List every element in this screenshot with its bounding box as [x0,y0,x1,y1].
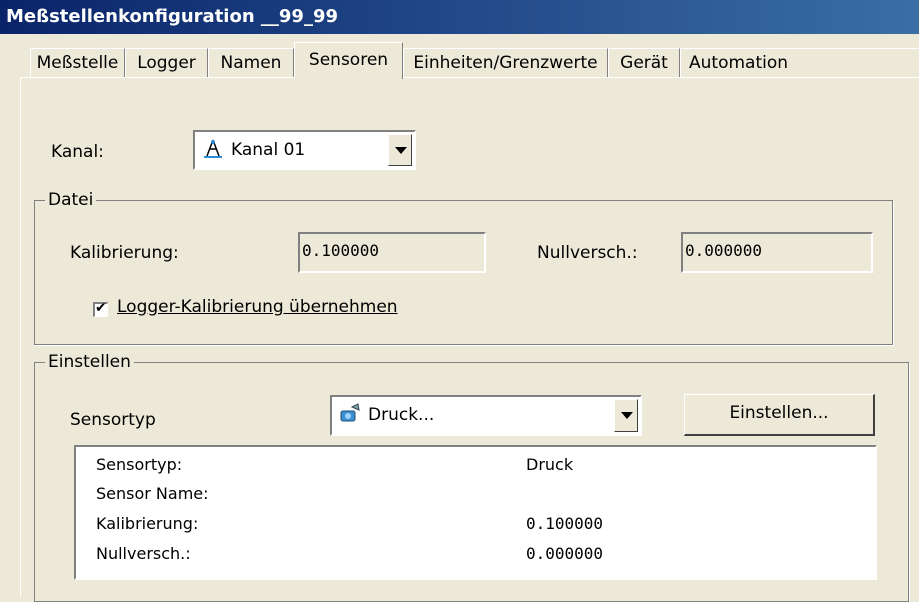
tab-logger[interactable]: Logger [125,48,208,77]
list-item: Kalibrierung: 0.100000 [96,509,875,539]
logger-kalibrierung-checkbox[interactable] [93,299,108,317]
pressure-sensor-icon [340,403,360,422]
list-item: Nullversch.: 0.000000 [96,539,875,569]
probe-icon [204,139,222,158]
chevron-down-icon[interactable] [388,134,412,166]
datei-kalibrierung-field[interactable]: 0.100000 [298,232,486,273]
detail-key: Sensortyp: [96,455,183,474]
datei-kalibrierung-label: Kalibrierung: [70,243,179,263]
detail-key: Sensor Name: [96,484,209,503]
tab-sensoren[interactable]: Sensoren [294,42,403,79]
tab-geraet[interactable]: Gerät [608,48,680,77]
detail-key: Kalibrierung: [96,514,199,533]
tab-label: Meßstelle [36,53,119,73]
kanal-value: Kanal 01 [231,140,306,160]
sensortyp-select[interactable]: Druck... [330,395,642,436]
tab-einheiten-grenzwerte[interactable]: Einheiten/Grenzwerte [403,48,608,77]
sensortyp-value: Druck... [368,405,435,425]
einstellen-button[interactable]: Einstellen... [684,394,875,436]
chevron-down-icon[interactable] [614,399,638,432]
kanal-label: Kanal: [51,142,104,162]
detail-key: Nullversch.: [96,544,191,563]
tab-label: Automation [689,53,789,73]
tab-automation[interactable]: Automation [680,48,919,77]
tab-label: Einheiten/Grenzwerte [413,53,598,73]
detail-value: 0.000000 [526,544,604,563]
sensortyp-label: Sensortyp [70,410,156,430]
sensor-details-list: Sensortyp: Druck Sensor Name: Kalibrieru… [74,445,877,580]
sensoren-panel: Kanal: Kanal 01 Datei Kalibrierung: 0.10… [20,77,919,602]
tab-label: Logger [137,53,196,73]
list-item: Sensortyp: Druck [96,450,875,480]
detail-value: Druck [526,455,574,474]
einstellen-legend: Einstellen [45,352,134,372]
tab-messstelle[interactable]: Meßstelle [30,48,125,77]
tab-label: Gerät [620,53,668,73]
list-item: Sensor Name: [96,479,875,509]
datei-nullversch-field[interactable]: 0.000000 [681,232,873,273]
kanal-select[interactable]: Kanal 01 [193,130,416,170]
tab-bar: Meßstelle Logger Namen Sensoren Einheite… [0,34,919,79]
tab-label: Namen [220,53,282,73]
tab-namen[interactable]: Namen [208,48,294,77]
detail-value: 0.100000 [526,514,604,533]
datei-nullversch-label: Nullversch.: [537,243,638,263]
logger-kalibrierung-label[interactable]: Logger-Kalibrierung übernehmen [117,297,398,317]
datei-legend: Datei [45,190,97,210]
window-title: Meßstellenkonfiguration __99_99 [0,0,919,34]
tab-label: Sensoren [308,50,389,70]
